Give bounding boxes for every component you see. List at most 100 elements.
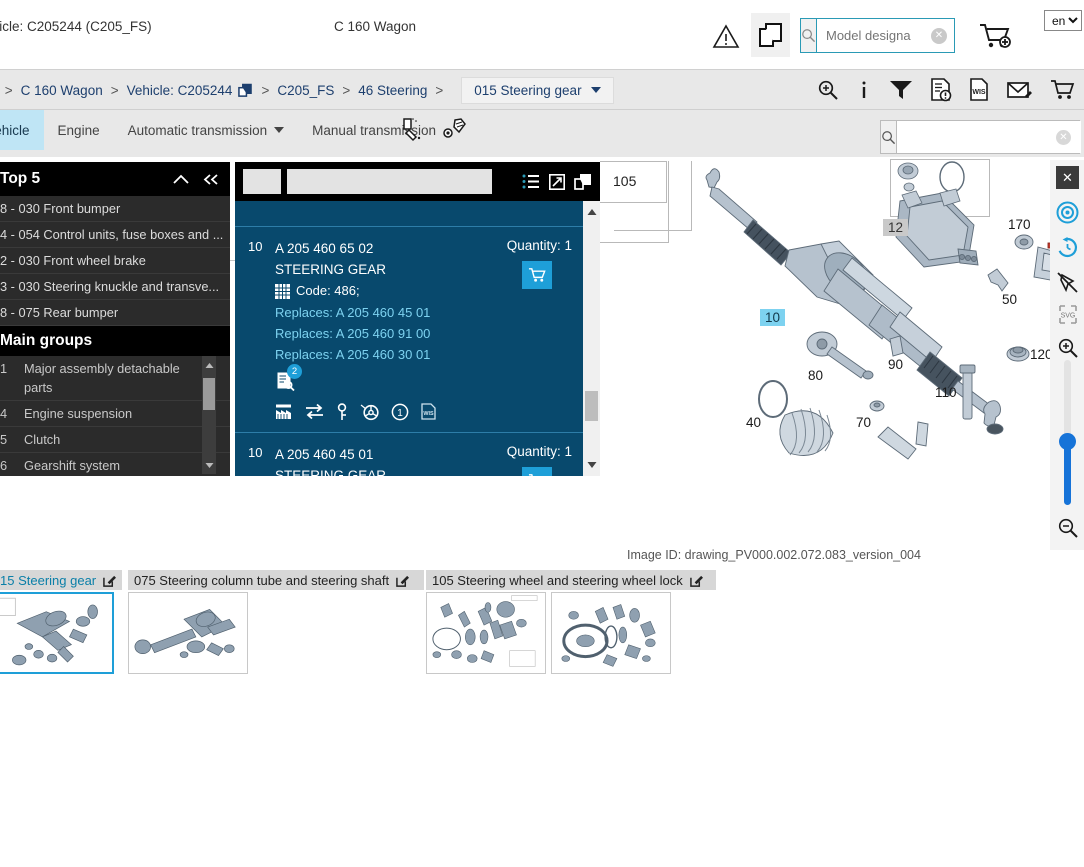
- add-to-cart-button[interactable]: [522, 261, 552, 289]
- wis-document-icon[interactable]: WIS: [969, 78, 990, 102]
- breadcrumb-item-group[interactable]: 46 Steering: [358, 83, 427, 98]
- clear-icon[interactable]: ✕: [931, 28, 947, 44]
- zoom-slider[interactable]: [1059, 360, 1076, 505]
- scroll-up-icon[interactable]: [202, 358, 216, 372]
- exchange-icon[interactable]: [305, 403, 324, 420]
- reset-history-icon[interactable]: [1055, 235, 1080, 260]
- scroll-down-icon[interactable]: [202, 458, 216, 472]
- callout-12[interactable]: 12: [883, 219, 909, 236]
- table-row[interactable]: 10 A 205 460 65 02 STEERING GEAR Code: 4…: [235, 227, 600, 433]
- thumbnail-steering-gear[interactable]: [0, 592, 114, 674]
- callout-120[interactable]: 120: [1030, 347, 1050, 362]
- zoom-slider-knob[interactable]: [1059, 433, 1076, 450]
- chevron-up-icon[interactable]: [172, 173, 190, 186]
- cart-add-icon[interactable]: [978, 21, 1014, 51]
- thumbnail-group-title[interactable]: 075 Steering column tube and steering sh…: [128, 570, 424, 590]
- thumbnail-images: [0, 592, 122, 674]
- add-to-cart-button[interactable]: [522, 467, 552, 476]
- callout-10[interactable]: 10: [760, 309, 786, 326]
- pin-off-icon[interactable]: [1055, 270, 1080, 295]
- scroll-down-icon[interactable]: [583, 457, 600, 473]
- language-selector[interactable]: en: [1044, 10, 1082, 31]
- sidebar-group-item[interactable]: 5 Clutch: [0, 427, 230, 453]
- double-chevron-left-icon[interactable]: [202, 173, 220, 186]
- thumbnail-steering-wheel-b[interactable]: [551, 592, 671, 674]
- callout-110[interactable]: 110: [935, 385, 957, 400]
- callout-80[interactable]: 80: [808, 368, 823, 383]
- close-panel-icon[interactable]: ✕: [1056, 166, 1079, 189]
- document-search-icon[interactable]: 2: [275, 364, 302, 391]
- info-icon[interactable]: [856, 79, 872, 101]
- svg-export-icon[interactable]: SVG: [1055, 302, 1080, 327]
- table-row[interactable]: 10 A 205 460 45 01 STEERING GEAR Quantit…: [235, 433, 600, 476]
- parts-filter-input[interactable]: [287, 169, 492, 194]
- paint-spray-icon[interactable]: [400, 116, 426, 142]
- mail-edit-icon[interactable]: [1007, 79, 1033, 101]
- thumbnail-images: [426, 592, 716, 674]
- key-icon[interactable]: [335, 402, 349, 421]
- tab-vehicle[interactable]: Vehicle: [0, 110, 44, 150]
- expand-icon[interactable]: [549, 173, 565, 190]
- part-replaces[interactable]: Replaces: A 205 460 91 00: [275, 323, 600, 344]
- filter-icon[interactable]: [889, 79, 913, 101]
- callout-50[interactable]: 50: [1002, 292, 1017, 307]
- steering-wheel-icon[interactable]: [360, 403, 380, 421]
- part-replaces[interactable]: Replaces: A 205 460 45 01: [275, 302, 600, 323]
- part-replaces[interactable]: Replaces: A 205 460 30 01: [275, 344, 600, 365]
- copy-icon[interactable]: [574, 173, 592, 190]
- edit-square-icon[interactable]: [396, 574, 410, 587]
- copy-documents-icon[interactable]: [751, 13, 790, 57]
- sidebar-top5-item[interactable]: 3 - 030 Steering knuckle and transve...: [0, 274, 230, 300]
- zoom-search-icon[interactable]: [817, 79, 839, 101]
- sidebar-group-item[interactable]: 6 Gearshift system: [0, 453, 230, 474]
- zoom-in-icon[interactable]: [1055, 335, 1080, 360]
- breadcrumb-dropdown[interactable]: 015 Steering gear: [461, 76, 614, 104]
- sidebar-top5-item[interactable]: 4 - 054 Control units, fuse boxes and ..…: [0, 222, 230, 248]
- sidebar-top5-item[interactable]: 8 - 030 Front bumper: [0, 196, 230, 222]
- target-icon[interactable]: [1055, 200, 1080, 225]
- wis-icon[interactable]: WIS: [420, 402, 437, 421]
- breadcrumb-item-model[interactable]: C 160 Wagon: [21, 83, 103, 98]
- tab-engine[interactable]: Engine: [44, 110, 114, 150]
- sidebar-group-item[interactable]: 1 Major assembly detachable parts: [0, 356, 230, 401]
- callout-40[interactable]: 40: [746, 415, 761, 430]
- parts-search-input[interactable]: [897, 121, 1081, 153]
- sidebar-top5-item[interactable]: 2 - 030 Front wheel brake: [0, 248, 230, 274]
- fasteners-icon[interactable]: [442, 116, 468, 142]
- tab-automatic-transmission[interactable]: Automatic transmission: [114, 110, 299, 150]
- thumbnail-group-title[interactable]: 105 Steering wheel and steering wheel lo…: [426, 570, 716, 590]
- scrollbar-thumb[interactable]: [585, 391, 598, 421]
- search-icon[interactable]: [881, 121, 897, 153]
- callout-170[interactable]: 170: [1008, 217, 1031, 232]
- scrollbar-thumb[interactable]: [203, 378, 215, 410]
- copy-icon[interactable]: [238, 83, 253, 98]
- callout-90[interactable]: 90: [888, 357, 903, 372]
- cart-icon[interactable]: [1050, 79, 1076, 101]
- thumbnail-steering-wheel-a[interactable]: [426, 592, 546, 674]
- document-alert-icon[interactable]: [930, 78, 952, 102]
- model-designation-search[interactable]: ✕: [800, 18, 1002, 53]
- parts-filter-toggle[interactable]: [243, 169, 281, 194]
- zoom-out-icon[interactable]: [1055, 515, 1080, 540]
- model-designation-input[interactable]: [817, 19, 1002, 52]
- parts-search[interactable]: ✕: [880, 120, 1081, 154]
- thumbnail-group-title[interactable]: 15 Steering gear: [0, 570, 122, 590]
- clear-icon[interactable]: ✕: [1056, 130, 1071, 145]
- sidebar-scrollbar[interactable]: [202, 356, 216, 474]
- search-icon[interactable]: [801, 19, 817, 52]
- edit-square-icon[interactable]: [689, 574, 703, 587]
- edit-square-icon[interactable]: [103, 574, 117, 587]
- sidebar-top5-item[interactable]: 8 - 075 Rear bumper: [0, 300, 230, 326]
- list-view-icon[interactable]: [522, 174, 540, 189]
- factory-icon[interactable]: [275, 403, 294, 420]
- parts-scrollbar[interactable]: [583, 201, 600, 476]
- breadcrumb-item-series[interactable]: C205_FS: [277, 83, 334, 98]
- warning-triangle-icon[interactable]: [712, 22, 740, 50]
- callout-70[interactable]: 70: [856, 415, 871, 430]
- breadcrumb-item-vehicle[interactable]: Vehicle: C205244: [127, 83, 233, 98]
- drawing-viewer[interactable]: 105 10 12 170 50 120 90 110 80 70 40: [600, 157, 1050, 540]
- circle-one-icon[interactable]: 1: [391, 403, 409, 421]
- thumbnail-steering-column[interactable]: [128, 592, 248, 674]
- sidebar-group-item[interactable]: 4 Engine suspension: [0, 401, 230, 427]
- scroll-up-icon[interactable]: [583, 204, 600, 220]
